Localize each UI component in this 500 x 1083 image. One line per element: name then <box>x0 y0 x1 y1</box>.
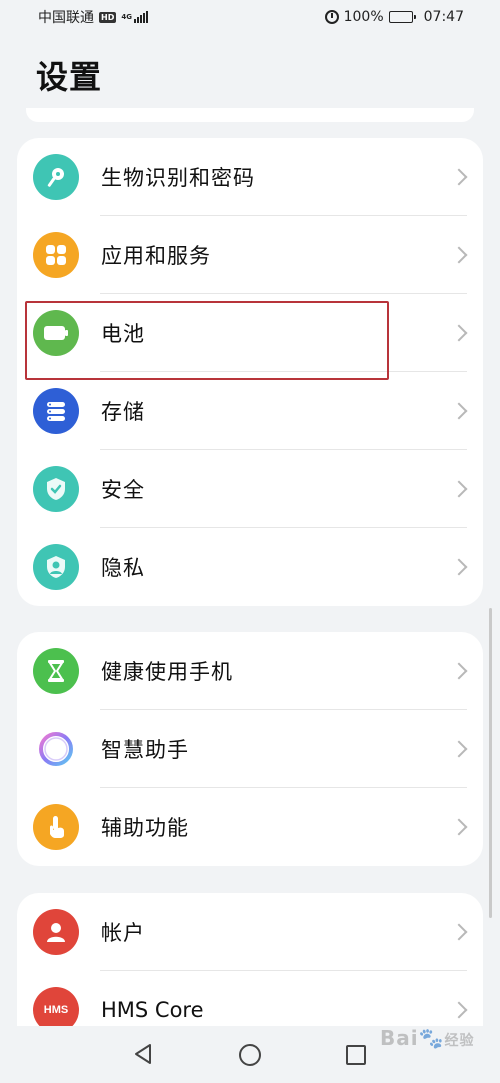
settings-item-digital-balance[interactable]: 健康使用手机 <box>17 632 483 710</box>
battery-status-icon <box>388 11 416 23</box>
hourglass-icon <box>33 648 79 694</box>
battery-percent: 100% <box>343 9 384 25</box>
carrier-name: 中国联通 <box>38 10 94 26</box>
watermark: Bai🐾经验 <box>380 1026 475 1050</box>
paw-icon: 🐾 <box>418 1026 445 1050</box>
chevron-right-icon <box>450 923 468 941</box>
privacy-icon <box>33 544 79 590</box>
settings-item-biometrics[interactable]: 生物识别和密码 <box>17 138 483 216</box>
home-icon[interactable] <box>239 1044 261 1066</box>
back-icon[interactable] <box>132 1042 154 1070</box>
item-label: 智慧助手 <box>101 738 189 762</box>
item-label: HMS Core <box>101 998 204 1022</box>
apps-grid-icon <box>33 232 79 278</box>
storage-icon <box>33 388 79 434</box>
settings-item-privacy[interactable]: 隐私 <box>17 528 483 606</box>
chevron-right-icon <box>450 324 468 342</box>
item-label: 隐私 <box>101 556 145 580</box>
settings-item-smart-assistant[interactable]: 智慧助手 <box>17 710 483 788</box>
hms-icon-text: HMS <box>43 1004 69 1016</box>
chevron-right-icon <box>450 818 468 836</box>
status-bar: 中国联通 HD 4G 100% 07:47 <box>0 0 500 34</box>
settings-item-security[interactable]: 安全 <box>17 450 483 528</box>
watermark-sub: 经验 <box>444 1033 475 1049</box>
chevron-right-icon <box>450 246 468 264</box>
shield-icon <box>33 466 79 512</box>
settings-item-account[interactable]: 帐户 <box>17 893 483 971</box>
watermark-text: Bai <box>380 1026 419 1050</box>
account-icon <box>33 909 79 955</box>
item-label: 帐户 <box>101 921 145 945</box>
item-label: 安全 <box>101 478 145 502</box>
chevron-right-icon <box>450 168 468 186</box>
item-label: 辅助功能 <box>101 816 189 840</box>
item-label: 健康使用手机 <box>101 660 233 684</box>
item-label: 电池 <box>101 322 145 346</box>
item-label: 生物识别和密码 <box>101 166 255 190</box>
settings-group-1: 生物识别和密码 应用和服务 电池 存储 安全 隐私 <box>17 138 483 606</box>
battery-icon <box>33 310 79 356</box>
status-left: 中国联通 HD 4G <box>38 7 148 27</box>
chevron-right-icon <box>450 402 468 420</box>
chevron-right-icon <box>450 558 468 576</box>
assistant-ring-icon <box>33 726 79 772</box>
chevron-right-icon <box>450 480 468 498</box>
settings-item-accessibility[interactable]: 辅助功能 <box>17 788 483 866</box>
settings-item-apps[interactable]: 应用和服务 <box>17 216 483 294</box>
hand-icon <box>33 804 79 850</box>
status-right: 100% 07:47 <box>324 9 464 25</box>
scrollbar[interactable] <box>489 608 492 918</box>
alarm-icon <box>324 10 339 24</box>
settings-group-2: 健康使用手机 智慧助手 辅助功能 <box>17 632 483 866</box>
item-label: 存储 <box>101 400 145 424</box>
clock: 07:47 <box>423 9 464 25</box>
recent-apps-icon[interactable] <box>346 1045 366 1065</box>
key-icon <box>33 154 79 200</box>
signal-icon <box>133 11 148 23</box>
settings-item-storage[interactable]: 存储 <box>17 372 483 450</box>
chevron-right-icon <box>450 662 468 680</box>
chevron-right-icon <box>450 1001 468 1019</box>
previous-card-edge <box>26 108 474 122</box>
chevron-right-icon <box>450 740 468 758</box>
settings-item-battery[interactable]: 电池 <box>17 294 483 372</box>
item-label: 应用和服务 <box>101 244 211 268</box>
page-title: 设置 <box>36 58 103 96</box>
hd-badge: HD <box>99 11 117 23</box>
network-type: 4G <box>121 12 132 21</box>
